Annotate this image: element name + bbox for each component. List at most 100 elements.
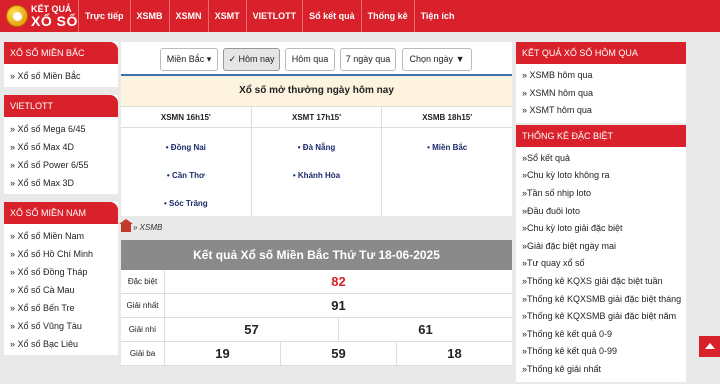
yesterday-button[interactable]: Hôm qua	[285, 48, 335, 71]
stats-link[interactable]: »Tần số nhịp loto	[522, 185, 680, 203]
sidebar-link[interactable]: » Xổ số Mega 6/45	[10, 120, 112, 138]
table-row: Đặc biệt 82	[121, 270, 512, 294]
schedule-column-title: XSMN 16h15'	[121, 107, 251, 128]
logo-line2: XỔ SỐ	[31, 13, 78, 29]
province-link[interactable]: • Cần Thơ	[121, 171, 251, 180]
sidebar-link[interactable]: » Xổ số Đồng Tháp	[10, 263, 112, 281]
schedule-heading: Xổ số mở thưởng ngày hôm nay	[121, 76, 512, 106]
nav-so-ket-qua[interactable]: Sổ kết quả	[302, 0, 361, 32]
sidebar-link[interactable]: » Xổ số Miền Nam	[10, 227, 112, 245]
prize-label: Giải nhất	[121, 294, 165, 317]
main-content: Miền Bắc ▾ ✓ Hôm nay Hôm qua 7 ngày qua …	[119, 42, 513, 366]
prize-label: Đặc biệt	[121, 270, 165, 293]
prize-number: 91	[331, 298, 346, 313]
today-button[interactable]: ✓ Hôm nay	[223, 48, 280, 71]
nav-tien-ich[interactable]: Tiện ích	[413, 0, 461, 32]
prize-number: 19	[165, 342, 281, 365]
box-title: XỔ SỐ MIỀN BẮC	[4, 42, 118, 64]
table-row: Giải ba 19 59 18	[121, 342, 512, 366]
sidebar-link[interactable]: » Xổ số Cà Mau	[10, 281, 112, 299]
box-title: VIETLOTT	[4, 95, 118, 117]
prize-number: 61	[418, 322, 433, 337]
result-title: Kết quả Xổ số Miền Bắc Thứ Tư 18-06-2025	[121, 240, 512, 270]
last-7-days-button[interactable]: 7 ngày qua	[340, 48, 396, 71]
draw-schedule-table: XSMN 16h15' • Đồng Nai • Cần Thơ • Sóc T…	[121, 106, 513, 216]
prize-number: 57	[165, 318, 339, 341]
box-special-stats: THỐNG KÊ ĐẶC BIỆT »Sổ kết quả »Chu kỳ lo…	[516, 124, 686, 382]
sidebar-link[interactable]: » XSMT hôm qua	[522, 102, 680, 120]
box-mien-nam: XỔ SỐ MIỀN NAM » Xổ số Miền Nam » Xổ số …	[4, 202, 118, 355]
stats-link[interactable]: »Thống kê kết quả 0-9	[522, 326, 680, 344]
nav-xsmt[interactable]: XSMT	[207, 0, 246, 32]
stats-link[interactable]: »Giải đặc biệt ngày mai	[522, 238, 680, 256]
schedule-column-xsmb: XSMB 18h15' • Miền Bắc	[382, 107, 513, 216]
province-link[interactable]: • Đà Nẵng	[252, 143, 382, 152]
sidebar-link[interactable]: » XSMB hôm qua	[522, 67, 680, 85]
stats-link[interactable]: »Chu kỳ loto không ra	[522, 167, 680, 185]
triangle-down-icon: ▼	[455, 54, 465, 64]
sidebar-link[interactable]: » Xổ số Miền Bắc	[10, 67, 112, 85]
main-menu: Trực tiếp XSMB XSMN XSMT VIETLOTT Sổ kết…	[78, 0, 460, 32]
box-title: THỐNG KÊ ĐẶC BIỆT	[516, 124, 686, 147]
stats-link[interactable]: »Tư quay xổ số	[522, 255, 680, 273]
schedule-column-xsmt: XSMT 17h15' • Đà Nẵng • Khánh Hòa	[251, 107, 383, 216]
table-row: Giải nhất 91	[121, 294, 512, 318]
breadcrumb-current[interactable]: » XSMB	[133, 223, 162, 232]
stats-link[interactable]: »Sổ kết quả	[522, 150, 680, 168]
check-icon: ✓	[228, 54, 236, 64]
lottery-ball-icon	[6, 5, 28, 27]
sidebar-link[interactable]: » Xổ số Bạc Liêu	[10, 335, 112, 353]
schedule-column-title: XSMT 17h15'	[251, 107, 382, 128]
province-link[interactable]: • Đồng Nai	[121, 143, 251, 152]
top-navbar: KẾT QUẢ XỔ SỐ Trực tiếp XSMB XSMN XSMT V…	[0, 0, 720, 32]
stats-link[interactable]: »Đầu đuôi loto	[522, 203, 680, 221]
sidebar-link[interactable]: » Xổ số Max 4D	[10, 138, 112, 156]
schedule-column-title: XSMB 18h15'	[382, 107, 513, 128]
result-table: Đặc biệt 82 Giải nhất 91 Giải nhì 57 61 …	[121, 270, 512, 366]
region-select[interactable]: Miền Bắc ▾	[160, 48, 218, 71]
breadcrumb: » XSMB	[119, 218, 512, 236]
today-label: Hôm nay	[238, 54, 275, 64]
schedule-column-xsmn: XSMN 16h15' • Đồng Nai • Cần Thơ • Sóc T…	[121, 107, 252, 216]
box-yesterday-results: KẾT QUẢ XỔ SỐ HÔM QUA » XSMB hôm qua » X…	[516, 42, 686, 123]
prize-number: 82	[331, 274, 346, 289]
pick-date-select[interactable]: Chọn ngày ▼	[402, 48, 472, 71]
caret-down-icon: ▾	[206, 54, 212, 64]
prize-number: 18	[447, 346, 462, 361]
prize-label: Giải ba	[121, 342, 165, 365]
box-title: KẾT QUẢ XỔ SỐ HÔM QUA	[516, 42, 686, 64]
date-filter-bar: Miền Bắc ▾ ✓ Hôm nay Hôm qua 7 ngày qua …	[121, 42, 512, 74]
stats-link[interactable]: »Thống kê KQXSMB giải đặc biệt tháng	[522, 291, 681, 309]
box-vietlott: VIETLOTT » Xổ số Mega 6/45 » Xổ số Max 4…	[4, 95, 118, 194]
nav-vietlott[interactable]: VIETLOTT	[245, 0, 303, 32]
prize-number: 59	[281, 342, 397, 365]
sidebar-link[interactable]: » Xổ số Max 3D	[10, 174, 112, 192]
sidebar-link[interactable]: » XSMN hôm qua	[522, 85, 680, 103]
region-select-value: Miền Bắc	[166, 54, 205, 64]
box-title: XỔ SỐ MIỀN NAM	[4, 202, 118, 224]
sidebar-link[interactable]: » Xổ số Power 6/55	[10, 156, 112, 174]
province-link[interactable]: • Khánh Hòa	[252, 171, 382, 180]
nav-xsmn[interactable]: XSMN	[168, 0, 208, 32]
stats-link[interactable]: »Thống kê KQXSMB giải đặc biệt năm	[522, 308, 680, 326]
stats-link[interactable]: »Chu kỳ loto giải đặc biệt	[522, 220, 680, 238]
nav-thong-ke[interactable]: Thống kê	[360, 0, 414, 32]
box-mien-bac: XỔ SỐ MIỀN BẮC » Xổ số Miền Bắc	[4, 42, 118, 87]
right-sidebar: KẾT QUẢ XỔ SỐ HÔM QUA » XSMB hôm qua » X…	[516, 42, 686, 384]
nav-xsmb[interactable]: XSMB	[129, 0, 169, 32]
home-icon[interactable]	[119, 218, 133, 232]
site-logo[interactable]: KẾT QUẢ XỔ SỐ	[4, 2, 78, 30]
back-to-top-icon[interactable]	[699, 336, 720, 357]
stats-link[interactable]: »Thống kê KQXS giải đặc biệt tuần	[522, 273, 680, 291]
stats-link[interactable]: »Thống kê kết quả 0-99	[522, 343, 680, 361]
sidebar-link[interactable]: » Xổ số Vũng Tàu	[10, 317, 112, 335]
sidebar-link[interactable]: » Xổ số Bến Tre	[10, 299, 112, 317]
left-sidebar: XỔ SỐ MIỀN BẮC » Xổ số Miền Bắc VIETLOTT…	[4, 42, 118, 363]
table-row: Giải nhì 57 61	[121, 318, 512, 342]
prize-label: Giải nhì	[121, 318, 165, 341]
sidebar-link[interactable]: » Xổ số Hồ Chí Minh	[10, 245, 112, 263]
province-link[interactable]: • Sóc Trăng	[121, 199, 251, 208]
stats-link[interactable]: »Thống kê giải nhất	[522, 361, 680, 379]
province-link[interactable]: • Miền Bắc	[382, 143, 512, 152]
nav-truc-tiep[interactable]: Trực tiếp	[78, 0, 130, 32]
